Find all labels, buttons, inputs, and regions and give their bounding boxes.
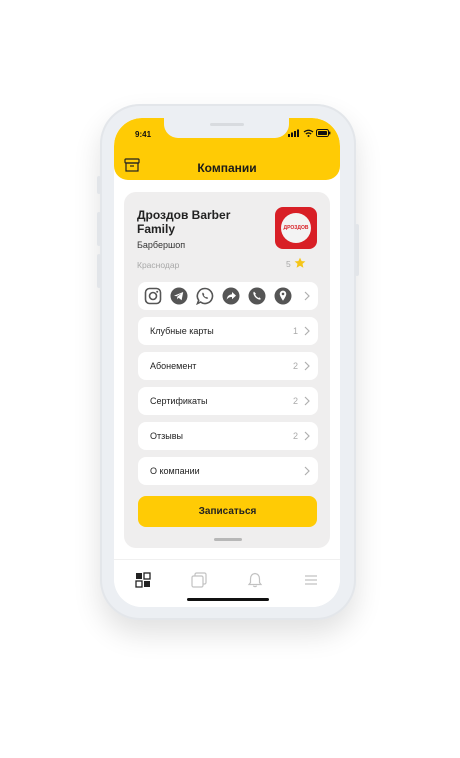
menu-item-count: 2: [292, 361, 298, 371]
share-icon[interactable]: [222, 287, 240, 305]
notch: [164, 118, 289, 138]
menu-item-certificates[interactable]: Сертификаты 2: [138, 387, 318, 415]
power-button: [355, 224, 359, 276]
star-icon: [294, 257, 306, 268]
menu-item-label: Отзывы: [150, 431, 183, 441]
menu-item-count: 2: [292, 396, 298, 406]
app-screen: 9:41 Компании Дроздов Barber Family Барб…: [114, 118, 340, 607]
status-icons: [288, 129, 331, 137]
menu-item-club-cards[interactable]: Клубные карты 1: [138, 317, 318, 345]
menu-item-count: 1: [292, 326, 298, 336]
location-pin-icon[interactable]: [274, 287, 292, 305]
menu-icon[interactable]: [303, 572, 319, 588]
home-indicator: [187, 598, 269, 601]
menu-item-about[interactable]: О компании: [138, 457, 318, 485]
volume-up-button: [97, 212, 101, 246]
book-appointment-button[interactable]: Записаться: [138, 496, 317, 527]
company-rating: 5: [286, 259, 291, 269]
menu-item-subscription[interactable]: Абонемент 2: [138, 352, 318, 380]
company-name: Дроздов Barber Family: [137, 208, 231, 236]
whatsapp-icon[interactable]: [196, 287, 214, 305]
company-card: Дроздов Barber Family Барбершоп Краснода…: [124, 192, 330, 548]
dashboard-icon[interactable]: [135, 572, 151, 588]
chevron-right-icon: [304, 396, 310, 406]
chevron-right-icon: [304, 431, 310, 441]
chevron-right-icon: [304, 466, 310, 476]
cards-icon[interactable]: [191, 572, 207, 588]
phone-icon[interactable]: [248, 287, 266, 305]
company-category: Барбершоп: [137, 240, 186, 250]
bell-icon[interactable]: [247, 572, 263, 588]
menu-item-label: О компании: [150, 466, 200, 476]
mute-switch: [97, 176, 101, 194]
logo-text: ДРОЗДОВ: [283, 225, 309, 231]
chevron-right-icon: [304, 361, 310, 371]
status-time: 9:41: [135, 130, 152, 139]
tab-bar: [114, 559, 340, 607]
menu-item-label: Абонемент: [150, 361, 197, 371]
menu-item-label: Клубные карты: [150, 326, 214, 336]
menu-item-reviews[interactable]: Отзывы 2: [138, 422, 318, 450]
chevron-right-icon[interactable]: [304, 291, 310, 301]
volume-down-button: [97, 254, 101, 288]
social-links-row: [138, 282, 318, 310]
menu-item-count: 2: [292, 431, 298, 441]
drag-handle[interactable]: [214, 538, 242, 541]
page-title: Компании: [197, 161, 257, 175]
app-header: 9:41 Компании: [114, 118, 340, 180]
chevron-right-icon: [304, 326, 310, 336]
company-logo: ДРОЗДОВ: [275, 207, 317, 249]
instagram-icon[interactable]: [144, 287, 162, 305]
company-city: Краснодар: [137, 260, 180, 270]
phone-frame: 9:41 Компании Дроздов Barber Family Барб…: [97, 104, 359, 620]
telegram-icon[interactable]: [170, 287, 188, 305]
menu-item-label: Сертификаты: [150, 396, 208, 406]
